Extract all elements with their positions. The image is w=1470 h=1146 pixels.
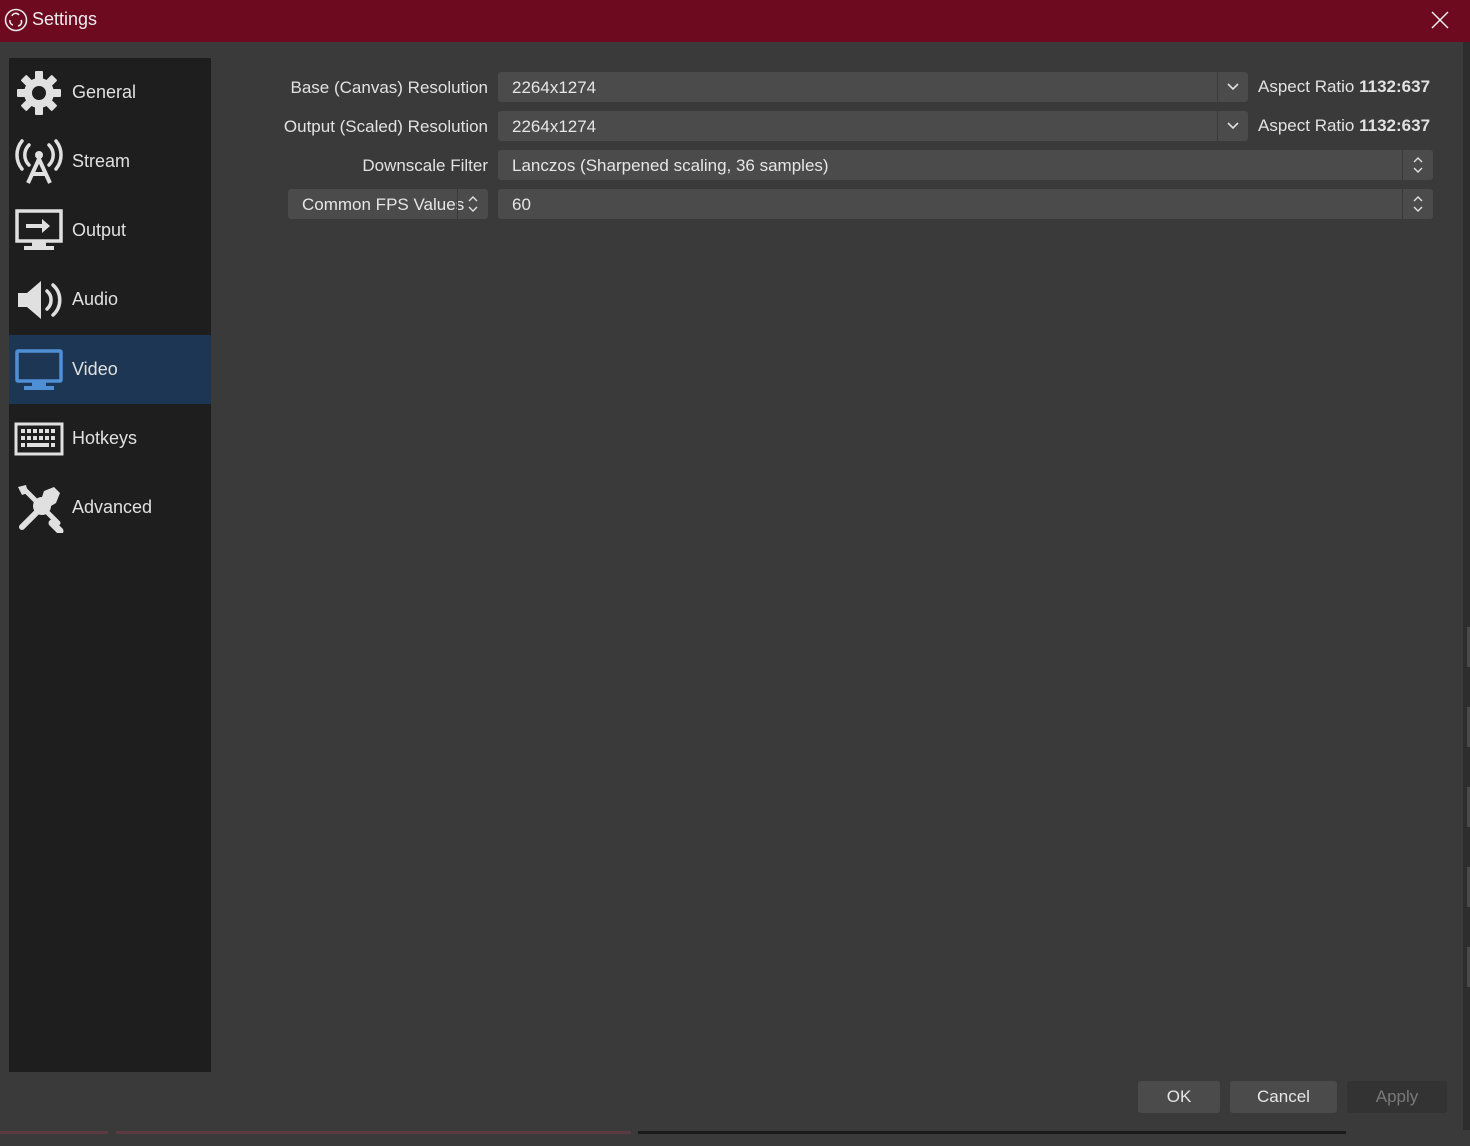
base-resolution-dropdown[interactable] <box>1217 72 1248 102</box>
bottom-strip <box>0 1130 1470 1146</box>
output-aspect-ratio: Aspect Ratio 1132:637 <box>1258 116 1431 135</box>
up-down-arrows-icon <box>1413 157 1423 173</box>
ok-button[interactable]: OK <box>1138 1081 1220 1113</box>
window-title: Settings <box>32 9 98 29</box>
sidebar-item-audio[interactable]: Audio <box>9 265 211 334</box>
settings-sidebar: General Stream Output Audio Video Hotkey… <box>9 58 211 1072</box>
tools-icon <box>18 485 64 533</box>
keyboard-icon <box>14 422 64 456</box>
window-edge <box>1463 42 1470 1146</box>
sidebar-item-output[interactable]: Output <box>9 196 211 265</box>
fps-value-spinner[interactable] <box>1402 189 1433 219</box>
sidebar-item-hotkeys[interactable]: Hotkeys <box>9 404 211 473</box>
title-bar: Settings <box>0 0 1470 42</box>
sidebar-item-label: Advanced <box>72 497 153 517</box>
close-button[interactable] <box>1424 5 1456 35</box>
sidebar-item-label: Hotkeys <box>72 428 138 448</box>
up-down-arrows-icon <box>468 196 478 212</box>
sidebar-item-label: Audio <box>72 289 119 309</box>
fps-type-spinner[interactable] <box>457 189 488 219</box>
output-resolution-combo[interactable]: 2264x1274 <box>498 111 1248 141</box>
output-resolution-dropdown[interactable] <box>1217 111 1248 141</box>
sidebar-item-general[interactable]: General <box>9 58 211 127</box>
close-icon <box>1431 11 1449 29</box>
output-resolution-value: 2264x1274 <box>512 117 597 136</box>
downscale-filter-select[interactable]: Lanczos (Sharpened scaling, 36 samples) <box>498 150 1433 180</box>
speaker-icon <box>18 281 62 319</box>
chevron-down-icon <box>1227 122 1239 130</box>
sidebar-item-label: Video <box>72 359 118 379</box>
fps-value-select[interactable]: 60 <box>498 189 1433 219</box>
sidebar-item-label: Output <box>72 220 127 240</box>
fps-value: 60 <box>512 195 531 214</box>
obs-logo-icon <box>4 8 28 32</box>
sidebar-item-advanced[interactable]: Advanced <box>9 473 211 542</box>
output-monitor-icon <box>15 209 63 250</box>
sidebar-item-label: Stream <box>72 151 131 171</box>
base-resolution-label: Base (Canvas) Resolution <box>290 78 488 97</box>
gear-icon <box>17 71 61 115</box>
base-resolution-combo[interactable]: 2264x1274 <box>498 72 1248 102</box>
base-resolution-value: 2264x1274 <box>512 78 597 97</box>
apply-button[interactable]: Apply <box>1347 1081 1447 1113</box>
sidebar-item-stream[interactable]: Stream <box>9 127 211 196</box>
output-resolution-label: Output (Scaled) Resolution <box>283 117 488 136</box>
sidebar-item-video[interactable]: Video <box>9 335 211 404</box>
downscale-filter-value: Lanczos (Sharpened scaling, 36 samples) <box>512 156 829 175</box>
up-down-arrows-icon <box>1413 196 1423 212</box>
antenna-icon <box>15 139 63 184</box>
sidebar-item-label: General <box>72 82 137 102</box>
fps-type-select[interactable]: Common FPS Values <box>288 189 488 219</box>
base-aspect-ratio: Aspect Ratio 1132:637 <box>1258 77 1431 96</box>
fps-type-label: Common FPS Values <box>302 195 465 214</box>
cancel-button[interactable]: Cancel <box>1230 1081 1337 1113</box>
downscale-filter-label: Downscale Filter <box>362 156 488 175</box>
downscale-filter-spinner[interactable] <box>1402 150 1433 180</box>
monitor-icon <box>15 349 63 390</box>
chevron-down-icon <box>1227 83 1239 91</box>
